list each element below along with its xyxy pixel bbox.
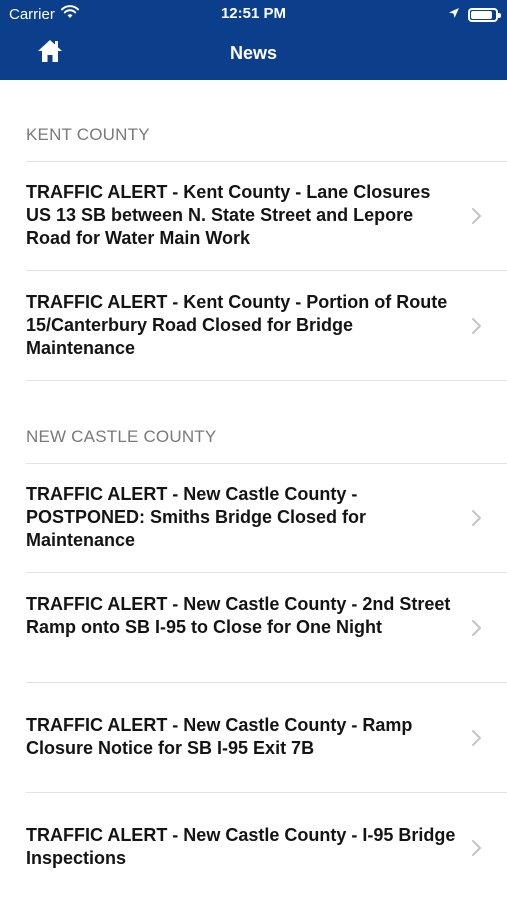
news-item-title: TRAFFIC ALERT - Kent County - Portion of… bbox=[26, 292, 448, 358]
news-item[interactable]: TRAFFIC ALERT - Kent County - Lane Closu… bbox=[0, 162, 507, 270]
section-header-kent-county: KENT COUNTY bbox=[26, 125, 150, 144]
news-item-title: TRAFFIC ALERT - Kent County - Lane Closu… bbox=[26, 182, 431, 248]
app-header: Carrier 12:51 PM News bbox=[0, 0, 507, 80]
navigation-bar: News bbox=[0, 28, 507, 80]
chevron-right-icon bbox=[472, 730, 481, 746]
status-time: 12:51 PM bbox=[220, 5, 287, 22]
status-bar: Carrier 12:51 PM bbox=[0, 0, 507, 28]
battery-level bbox=[471, 10, 493, 19]
chevron-right-icon bbox=[472, 510, 481, 526]
news-item[interactable]: TRAFFIC ALERT - Kent County - Portion of… bbox=[0, 271, 507, 380]
news-item-title: TRAFFIC ALERT - New Castle County - 2nd … bbox=[26, 594, 451, 637]
news-item[interactable]: TRAFFIC ALERT - New Castle County - 2nd … bbox=[0, 573, 507, 682]
status-right bbox=[448, 6, 501, 23]
news-item[interactable]: TRAFFIC ALERT - New Castle County - POST… bbox=[0, 464, 507, 572]
news-item-title: TRAFFIC ALERT - New Castle County - I-95… bbox=[26, 825, 456, 868]
news-list: KENT COUNTY TRAFFIC ALERT - Kent County … bbox=[0, 80, 507, 900]
chevron-right-icon bbox=[472, 620, 481, 636]
section-header-new-castle-county: NEW CASTLE COUNTY bbox=[26, 427, 217, 446]
news-item-title: TRAFFIC ALERT - New Castle County - Ramp… bbox=[26, 715, 413, 758]
page-title: News bbox=[229, 43, 278, 63]
news-item[interactable]: TRAFFIC ALERT - New Castle County - Ramp… bbox=[0, 683, 507, 792]
location-arrow-icon bbox=[448, 6, 460, 23]
news-item-title: TRAFFIC ALERT - New Castle County - POST… bbox=[26, 484, 367, 550]
chevron-right-icon bbox=[472, 318, 481, 334]
chevron-right-icon bbox=[472, 208, 481, 224]
separator bbox=[26, 380, 507, 381]
news-item[interactable]: TRAFFIC ALERT - New Castle County - I-95… bbox=[0, 793, 507, 900]
battery-icon bbox=[468, 7, 501, 22]
chevron-right-icon bbox=[472, 840, 481, 856]
